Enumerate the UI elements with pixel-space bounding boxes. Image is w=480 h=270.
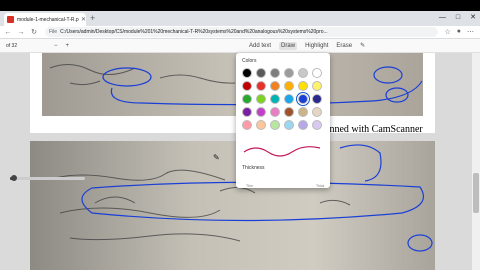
color-swatch[interactable]	[298, 120, 308, 130]
color-swatch[interactable]	[298, 81, 308, 91]
zoom-in-button[interactable]: +	[66, 43, 70, 49]
color-swatch[interactable]	[256, 120, 266, 130]
tab-title: module-1-mechanical-T-R.pdf	[17, 16, 79, 23]
pin-icon[interactable]: ✎	[360, 42, 365, 49]
thickness-min-label: Thin	[246, 184, 253, 188]
color-swatch[interactable]	[284, 68, 294, 78]
draw-tool[interactable]: Draw	[279, 41, 298, 50]
url-text: C:/Users/admin/Desktop/CS/module%201%20m…	[60, 29, 328, 35]
erase-tool[interactable]: Erase	[336, 43, 352, 49]
screen: module-1-mechanical-T-R.pdf ✕ + — □ ✕ ← …	[0, 0, 480, 270]
color-swatch[interactable]	[256, 68, 266, 78]
add-text-tool[interactable]: Add text	[249, 43, 271, 49]
new-tab-button[interactable]: +	[90, 13, 95, 24]
thickness-label: Thickness	[242, 165, 265, 171]
thickness-slider-knob[interactable]	[10, 175, 17, 181]
color-swatch[interactable]	[312, 68, 322, 78]
color-swatch[interactable]	[284, 81, 294, 91]
forward-button[interactable]: →	[16, 29, 26, 36]
browser-tab[interactable]: module-1-mechanical-T-R.pdf ✕	[4, 13, 86, 26]
url-field[interactable]: File C:/Users/admin/Desktop/CS/module%20…	[45, 27, 439, 37]
highlight-tool[interactable]: Highlight	[305, 43, 328, 49]
pdf-icon	[7, 16, 14, 23]
url-scheme-label: File	[49, 29, 58, 35]
scroll-thumb[interactable]	[473, 173, 479, 213]
maximize-button[interactable]: □	[456, 12, 460, 24]
color-swatch[interactable]	[242, 120, 252, 130]
color-swatch[interactable]	[298, 107, 308, 117]
color-swatch[interactable]	[256, 94, 266, 104]
stroke-preview	[243, 146, 321, 157]
reload-button[interactable]: ↻	[29, 28, 39, 36]
color-swatch[interactable]	[298, 68, 308, 78]
color-swatch[interactable]	[284, 107, 294, 117]
address-bar: ← → ↻ File C:/Users/admin/Desktop/CS/mod…	[0, 26, 480, 39]
color-swatch-grid	[242, 68, 323, 130]
close-icon[interactable]: ✕	[81, 16, 86, 23]
profile-icon[interactable]: ●	[457, 28, 461, 36]
color-swatch[interactable]	[312, 120, 322, 130]
color-swatch[interactable]	[270, 68, 280, 78]
back-button[interactable]: ←	[3, 29, 13, 36]
tab-bar: module-1-mechanical-T-R.pdf ✕ + — □ ✕	[0, 11, 480, 26]
color-swatch[interactable]	[256, 107, 266, 117]
color-swatch[interactable]	[298, 94, 308, 104]
address-icons: ☆ ● ⋯	[444, 28, 474, 36]
colors-label: Colors	[242, 58, 257, 64]
window-controls: — □ ✕	[439, 12, 476, 24]
color-swatch[interactable]	[284, 120, 294, 130]
star-icon[interactable]: ☆	[444, 28, 450, 36]
color-swatch[interactable]	[312, 94, 322, 104]
close-window-button[interactable]: ✕	[470, 12, 476, 24]
scrollbar[interactable]	[472, 53, 480, 270]
color-swatch[interactable]	[242, 94, 252, 104]
color-swatch[interactable]	[284, 94, 294, 104]
color-swatch[interactable]	[270, 120, 280, 130]
color-swatch[interactable]	[270, 107, 280, 117]
color-swatch[interactable]	[242, 68, 252, 78]
page-indicator: of 32	[6, 42, 18, 49]
menu-icon[interactable]: ⋯	[467, 28, 474, 36]
color-swatch[interactable]	[312, 107, 322, 117]
color-swatch[interactable]	[312, 81, 322, 91]
zoom-out-button[interactable]: −	[54, 43, 58, 49]
pdf-toolbar: of 32 − + Add text Draw Highlight Erase …	[0, 39, 480, 53]
thickness-slider[interactable]	[10, 175, 85, 181]
color-swatch[interactable]	[270, 94, 280, 104]
thickness-max-label: Thick	[316, 184, 325, 188]
minimize-button[interactable]: —	[439, 12, 446, 24]
color-swatch[interactable]	[242, 107, 252, 117]
draw-color-panel: Colors Thickness	[236, 53, 330, 188]
color-swatch[interactable]	[270, 81, 280, 91]
mouse-cursor-icon: ✎	[213, 153, 220, 162]
color-swatch[interactable]	[242, 81, 252, 91]
color-swatch[interactable]	[256, 81, 266, 91]
